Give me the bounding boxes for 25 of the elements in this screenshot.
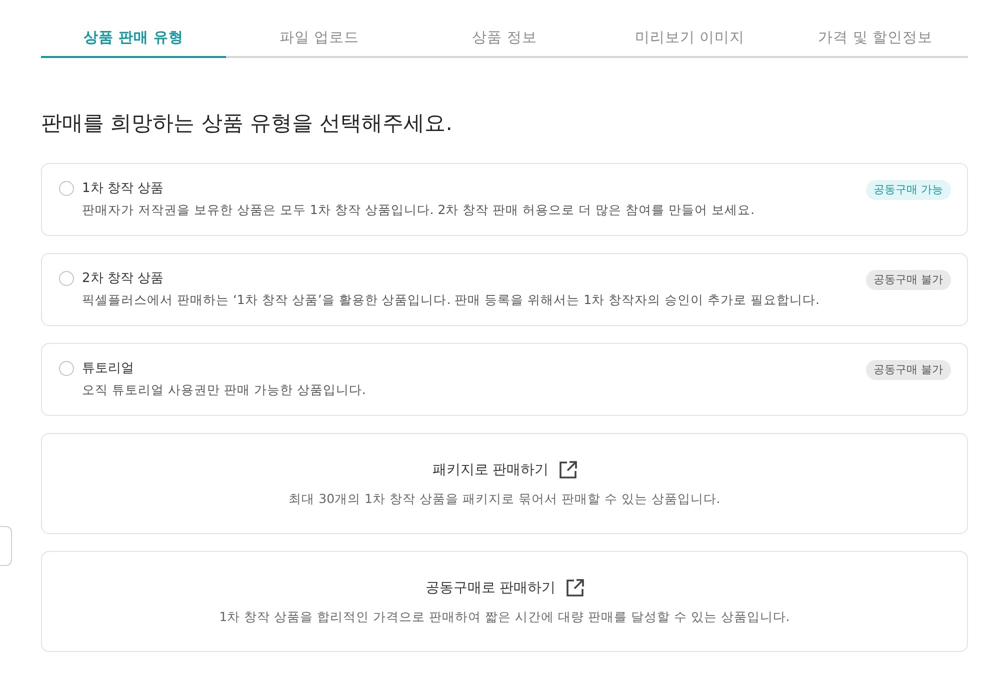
external-option-card[interactable]: 패키지로 판매하기 최대 30개의 1차 창작 상품을 패키지로 묶어서 판매할 수 있는 상품입니다. xyxy=(41,433,968,534)
external-link-icon xyxy=(558,461,577,479)
option-title: 1차 창작 상품 xyxy=(82,180,165,198)
external-link-icon xyxy=(566,579,584,597)
group-buy-badge: 공동구매 가능 xyxy=(866,180,951,200)
radio-button[interactable] xyxy=(59,181,74,196)
side-panel-edge[interactable] xyxy=(0,526,12,566)
external-option-card[interactable]: 공동구매로 판매하기 1차 창작 상품을 합리적인 가격으로 판매하여 짧은 시간에 대량 판매를 달성할 수 있는 상품입니다. xyxy=(41,551,968,652)
option-description: 1차 창작 상품을 합리적인 가격으로 판매하여 짧은 시간에 대량 판매를 달성할 수 있는 상품입니다. xyxy=(219,608,790,626)
group-buy-badge: 공동구매 불가 xyxy=(866,360,951,380)
option-title: 공동구매로 판매하기 xyxy=(425,579,556,598)
group-buy-badge: 공동구매 불가 xyxy=(866,270,951,290)
product-type-option[interactable]: 1차 창작 상품 판매자가 저작권을 보유한 상품은 모두 1차 창작 상품입니다. 2차 창작 판매 허용으로 더 많은 참여를 만들어 보세요. 공동구매 가능 xyxy=(41,163,968,236)
option-description: 최대 30개의 1차 창작 상품을 패키지로 묶어서 판매할 수 있는 상품입니다. xyxy=(288,490,720,508)
option-title: 튜토리얼 xyxy=(82,360,135,378)
option-description: 픽셀플러스에서 판매하는 ‘1차 창작 상품’을 활용한 상품입니다. 판매 등록을 위해서는 1차 창작자의 승인이 추가로 필요합니다. xyxy=(82,291,820,309)
option-description: 오직 튜토리얼 사용권만 판매 가능한 상품입니다. xyxy=(82,381,367,399)
page-heading: 판매를 희망하는 상품 유형을 선택해주세요. xyxy=(41,110,454,137)
product-type-option[interactable]: 튜토리얼 오직 튜토리얼 사용권만 판매 가능한 상품입니다. 공동구매 불가 xyxy=(41,343,968,416)
option-title: 패키지로 판매하기 xyxy=(432,461,549,480)
product-type-option[interactable]: 2차 창작 상품 픽셀플러스에서 판매하는 ‘1차 창작 상품’을 활용한 상품입니다. 판매 등록을 위해서는 1차 창작자의 승인이 추가로 필요합니다. 공동구매 불가 xyxy=(41,253,968,326)
radio-button[interactable] xyxy=(59,271,74,286)
option-title: 2차 창작 상품 xyxy=(82,270,165,288)
radio-button[interactable] xyxy=(59,361,74,376)
option-description: 판매자가 저작권을 보유한 상품은 모두 1차 창작 상품입니다. 2차 창작 판매 허용으로 더 많은 참여를 만들어 보세요. xyxy=(82,201,756,219)
